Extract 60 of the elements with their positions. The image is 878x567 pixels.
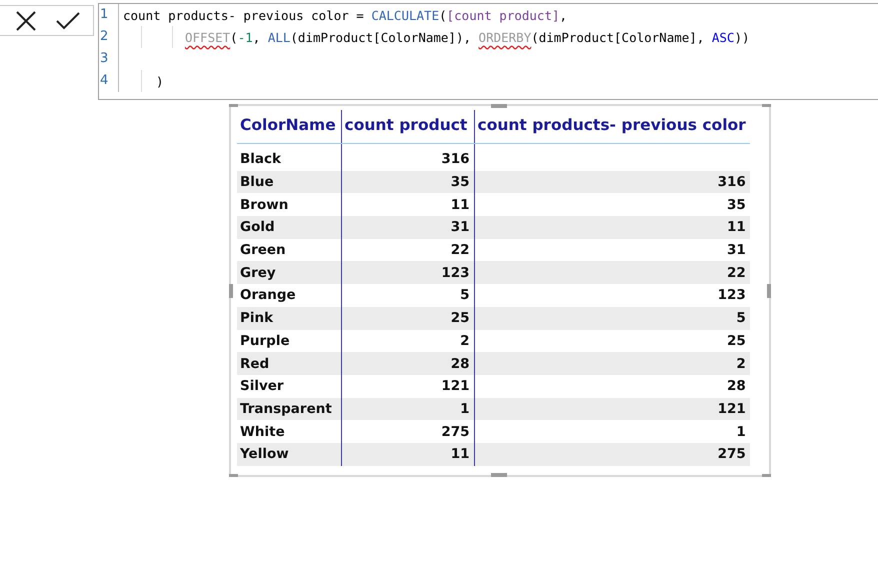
code-token: -1	[238, 30, 253, 44]
table-cell: Transparent	[237, 398, 341, 420]
code-token: )	[156, 74, 164, 88]
table-cell: 123	[474, 284, 750, 307]
table-cell: 2	[474, 352, 750, 375]
code-token: ))	[734, 30, 750, 44]
table-cell: Pink	[237, 306, 341, 330]
table-cell: 28	[341, 352, 474, 375]
table-cell: 275	[474, 442, 750, 466]
column-header[interactable]: ColorName	[237, 110, 341, 144]
table-cell: Grey	[237, 261, 341, 284]
error-underlined-code: OFFSET	[185, 30, 230, 44]
resize-handle[interactable]	[762, 474, 771, 477]
table-cell: 25	[474, 330, 750, 352]
line-number: 3	[99, 48, 119, 70]
table-cell: 35	[341, 170, 474, 194]
close-icon	[16, 10, 36, 30]
table-cell: 22	[474, 261, 750, 284]
table-cell: 35	[474, 193, 750, 216]
resize-handle[interactable]	[229, 104, 238, 107]
resize-handle[interactable]	[767, 284, 771, 298]
table-cell: 11	[341, 442, 474, 466]
table-cell: 25	[341, 306, 474, 330]
resize-handle[interactable]	[491, 104, 507, 108]
column-header[interactable]: count product	[341, 110, 474, 144]
code-token: [count product]	[446, 8, 560, 22]
table-cell: 1	[474, 420, 750, 443]
code-token: ASC	[712, 30, 734, 44]
resize-handle[interactable]	[762, 104, 771, 107]
code-token: ,	[252, 30, 262, 44]
table-cell: 11	[474, 216, 750, 239]
table-cell: Gold	[237, 216, 341, 239]
table-cell: Yellow	[237, 442, 341, 466]
code-token: ,	[560, 8, 568, 22]
line-number: 1	[99, 4, 119, 26]
code-token: (	[439, 8, 447, 22]
resize-handle[interactable]	[491, 473, 507, 477]
table-cell: Red	[237, 352, 341, 375]
code-token: count products- previous color =	[123, 8, 365, 22]
column-header[interactable]: count products- previous color	[474, 110, 750, 144]
resize-handle[interactable]	[229, 474, 238, 477]
table-cell: Blue	[237, 170, 341, 194]
code-token: ALL	[268, 30, 290, 44]
table-cell: 31	[474, 238, 750, 262]
code-token: (dimProduct[ColorName],	[531, 30, 706, 44]
line-number: 2	[99, 26, 119, 48]
table-cell: 5	[474, 306, 750, 330]
code-token: CALCULATE	[371, 8, 440, 22]
table-cell: 316	[474, 170, 750, 194]
checkmark-icon	[56, 12, 80, 30]
code-token: (	[230, 30, 238, 44]
table-cell: 121	[474, 398, 750, 420]
resize-handle[interactable]	[229, 284, 233, 298]
code-token: (dimProduct[ColorName]),	[290, 30, 472, 44]
error-underlined-code: ORDERBY	[478, 30, 532, 44]
table-cell: 28	[474, 374, 750, 398]
line-number: 4	[99, 70, 119, 92]
table-cell: 123	[341, 261, 474, 284]
table-cell: 31	[341, 216, 474, 239]
table-cell: 1	[341, 398, 474, 420]
